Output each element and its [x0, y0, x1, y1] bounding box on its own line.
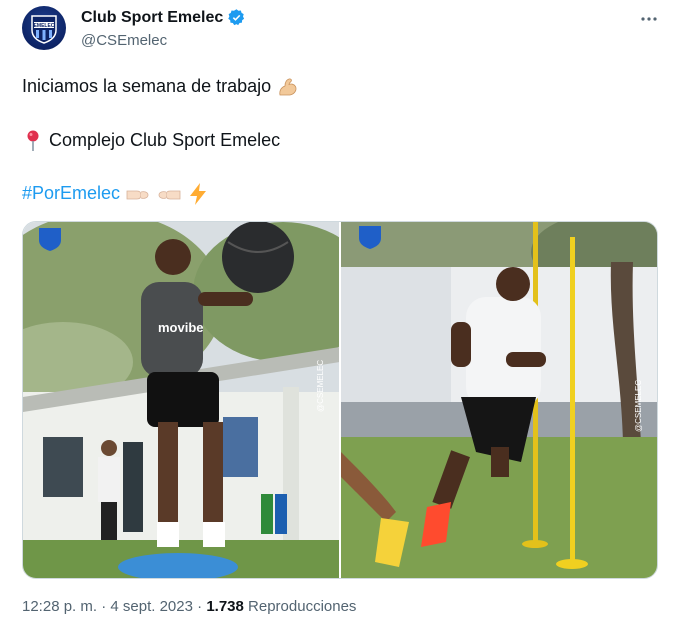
tweet-text-line-3: #PorEmelec: [22, 181, 209, 206]
display-name[interactable]: Club Sport Emelec: [81, 9, 223, 27]
separator: ·: [197, 598, 203, 615]
photo1-watermark: @CSEMELEC: [316, 360, 325, 412]
flexed-biceps-emoji: [279, 78, 297, 96]
hashtag-link[interactable]: #PorEmelec: [22, 183, 120, 203]
tweet-line1-text: Iniciamos la semana de trabajo: [22, 76, 272, 96]
media-grid[interactable]: movibe @CSEMELEC @CSEMELEC: [22, 221, 658, 579]
tweet-time[interactable]: 12:28 p. m.: [22, 598, 97, 615]
more-icon[interactable]: [638, 8, 660, 30]
shirt-sponsor-text: movibe: [158, 320, 204, 335]
lightning-emoji: [190, 183, 207, 206]
tweet-metadata: 12:28 p. m. · 4 sept. 2023 · 1.738 Repro…: [22, 598, 356, 615]
photo-training-medicine-ball[interactable]: movibe @CSEMELEC: [23, 222, 339, 578]
emelec-logo-icon: EMELEC: [31, 15, 57, 44]
tweet-text-line-2: Complejo Club Sport Emelec: [22, 128, 280, 153]
views-count: 1.738: [206, 598, 244, 615]
tweet-text-line-1: Iniciamos la semana de trabajo: [22, 74, 300, 99]
fist-bump-emoji: [158, 190, 181, 200]
photo-training-agility-poles[interactable]: @CSEMELEC: [341, 222, 657, 578]
fist-bump-emoji: [126, 190, 149, 200]
handle[interactable]: @CSEmelec: [81, 32, 167, 49]
avatar-logo-text: EMELEC: [34, 23, 55, 29]
views-label: Reproducciones: [248, 598, 357, 615]
author-name-row[interactable]: Club Sport Emelec: [81, 8, 246, 27]
verified-badge-icon: [228, 9, 245, 26]
avatar[interactable]: EMELEC: [22, 6, 66, 50]
separator: ·: [101, 598, 107, 615]
tweet-line2-text: Complejo Club Sport Emelec: [49, 130, 281, 150]
photo2-watermark: @CSEMELEC: [634, 380, 643, 432]
tweet-date[interactable]: 4 sept. 2023: [110, 598, 193, 615]
round-pushpin-emoji: [27, 130, 39, 152]
